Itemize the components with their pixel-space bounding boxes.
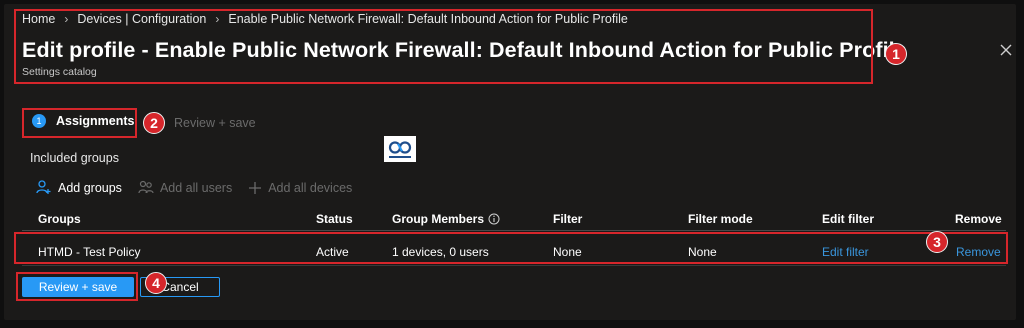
annotation-box-review-save: [16, 272, 138, 301]
annotation-badge-2: 2: [143, 112, 165, 134]
annotation-box-row: [14, 232, 1008, 264]
annotation-box-assignments: [22, 108, 137, 138]
info-icon[interactable]: [488, 213, 500, 225]
add-user-icon: [36, 180, 51, 194]
column-edit-filter[interactable]: Edit filter: [822, 212, 874, 226]
plus-icon: [249, 181, 262, 194]
column-filter[interactable]: Filter: [553, 212, 582, 226]
logo-icon: [388, 140, 412, 154]
column-status[interactable]: Status: [316, 212, 353, 226]
add-all-users-label: Add all users: [159, 180, 233, 195]
column-filter-mode[interactable]: Filter mode: [688, 212, 753, 226]
htmd-logo: [384, 136, 416, 162]
step-review-save[interactable]: Review + save: [174, 116, 256, 130]
add-groups-button[interactable]: Add groups: [36, 180, 122, 195]
annotation-badge-4: 4: [145, 272, 167, 294]
included-groups-heading: Included groups: [30, 151, 119, 165]
users-icon: [138, 180, 154, 194]
add-all-devices-label: Add all devices: [268, 180, 353, 195]
annotation-box-header: [14, 9, 873, 84]
add-groups-label: Add groups: [58, 180, 122, 195]
annotation-badge-3: 3: [926, 231, 948, 253]
column-group-members[interactable]: Group Members: [392, 212, 500, 226]
close-icon[interactable]: [998, 42, 1014, 58]
column-groups[interactable]: Groups: [38, 212, 81, 226]
header-divider: [22, 230, 1006, 231]
column-group-members-label: Group Members: [392, 212, 485, 226]
add-all-users-button[interactable]: Add all users: [138, 180, 232, 195]
add-all-devices-button[interactable]: Add all devices: [248, 181, 352, 195]
row-divider: [22, 265, 1006, 266]
command-bar: Add groups Add all users Add all devices: [36, 180, 368, 195]
column-remove[interactable]: Remove: [955, 212, 1002, 226]
annotation-badge-1: 1: [885, 43, 907, 65]
